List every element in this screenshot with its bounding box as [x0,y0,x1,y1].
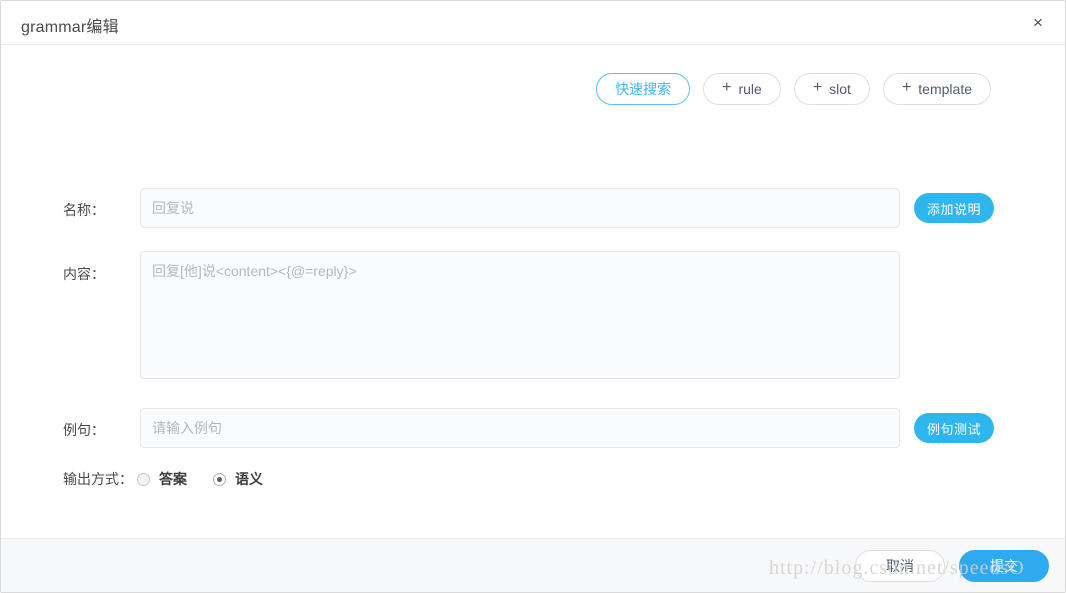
page-title: grammar编辑 [21,19,119,36]
add-slot-button[interactable]: + slot [793,73,870,105]
grammar-edit-dialog: grammar编辑 × 快速搜索 + rule + slot + templat… [0,0,1066,593]
radio-option-semantic[interactable]: 语义 [213,469,263,489]
radio-icon-selected [213,472,226,486]
dialog-body: 快速搜索 + rule + slot + template 名称： 添加说明 内… [1,45,1065,538]
quick-search-button[interactable]: 快速搜索 [596,73,691,105]
plus-icon: + [901,79,912,96]
close-icon[interactable]: × [1025,10,1051,36]
radio-option-semantic-label: 语义 [235,471,263,487]
cancel-button[interactable]: 取消 [855,550,945,582]
output-mode-label: 输出方式： [63,471,133,487]
plus-icon: + [812,79,823,96]
dialog-header: grammar编辑 × [1,1,1065,45]
content-label: 内容： [63,266,105,282]
radio-option-answer-label: 答案 [159,471,187,487]
plus-icon: + [722,79,732,96]
add-template-label: template [918,81,972,97]
dialog-footer: 取消 提交 [1,538,1065,592]
add-rule-button[interactable]: + rule [703,73,781,105]
radio-option-answer[interactable]: 答案 [137,469,187,489]
name-input[interactable] [140,188,900,228]
add-description-button[interactable]: 添加说明 [914,193,994,223]
example-test-button[interactable]: 例句测试 [914,413,994,443]
example-label: 例句： [63,422,105,438]
name-label: 名称： [63,202,105,218]
radio-icon [137,472,150,486]
add-rule-label: rule [738,81,762,97]
example-input[interactable] [140,408,900,448]
footer-buttons: 取消 提交 [855,550,1049,582]
output-mode-group: 输出方式： 答案 语义 [63,469,289,489]
content-textarea[interactable] [140,251,900,379]
toolbar: 快速搜索 + rule + slot + template [596,73,991,105]
quick-search-label: 快速搜索 [615,81,672,97]
add-template-button[interactable]: + template [882,73,991,105]
submit-button[interactable]: 提交 [959,550,1049,582]
add-slot-label: slot [829,81,851,97]
